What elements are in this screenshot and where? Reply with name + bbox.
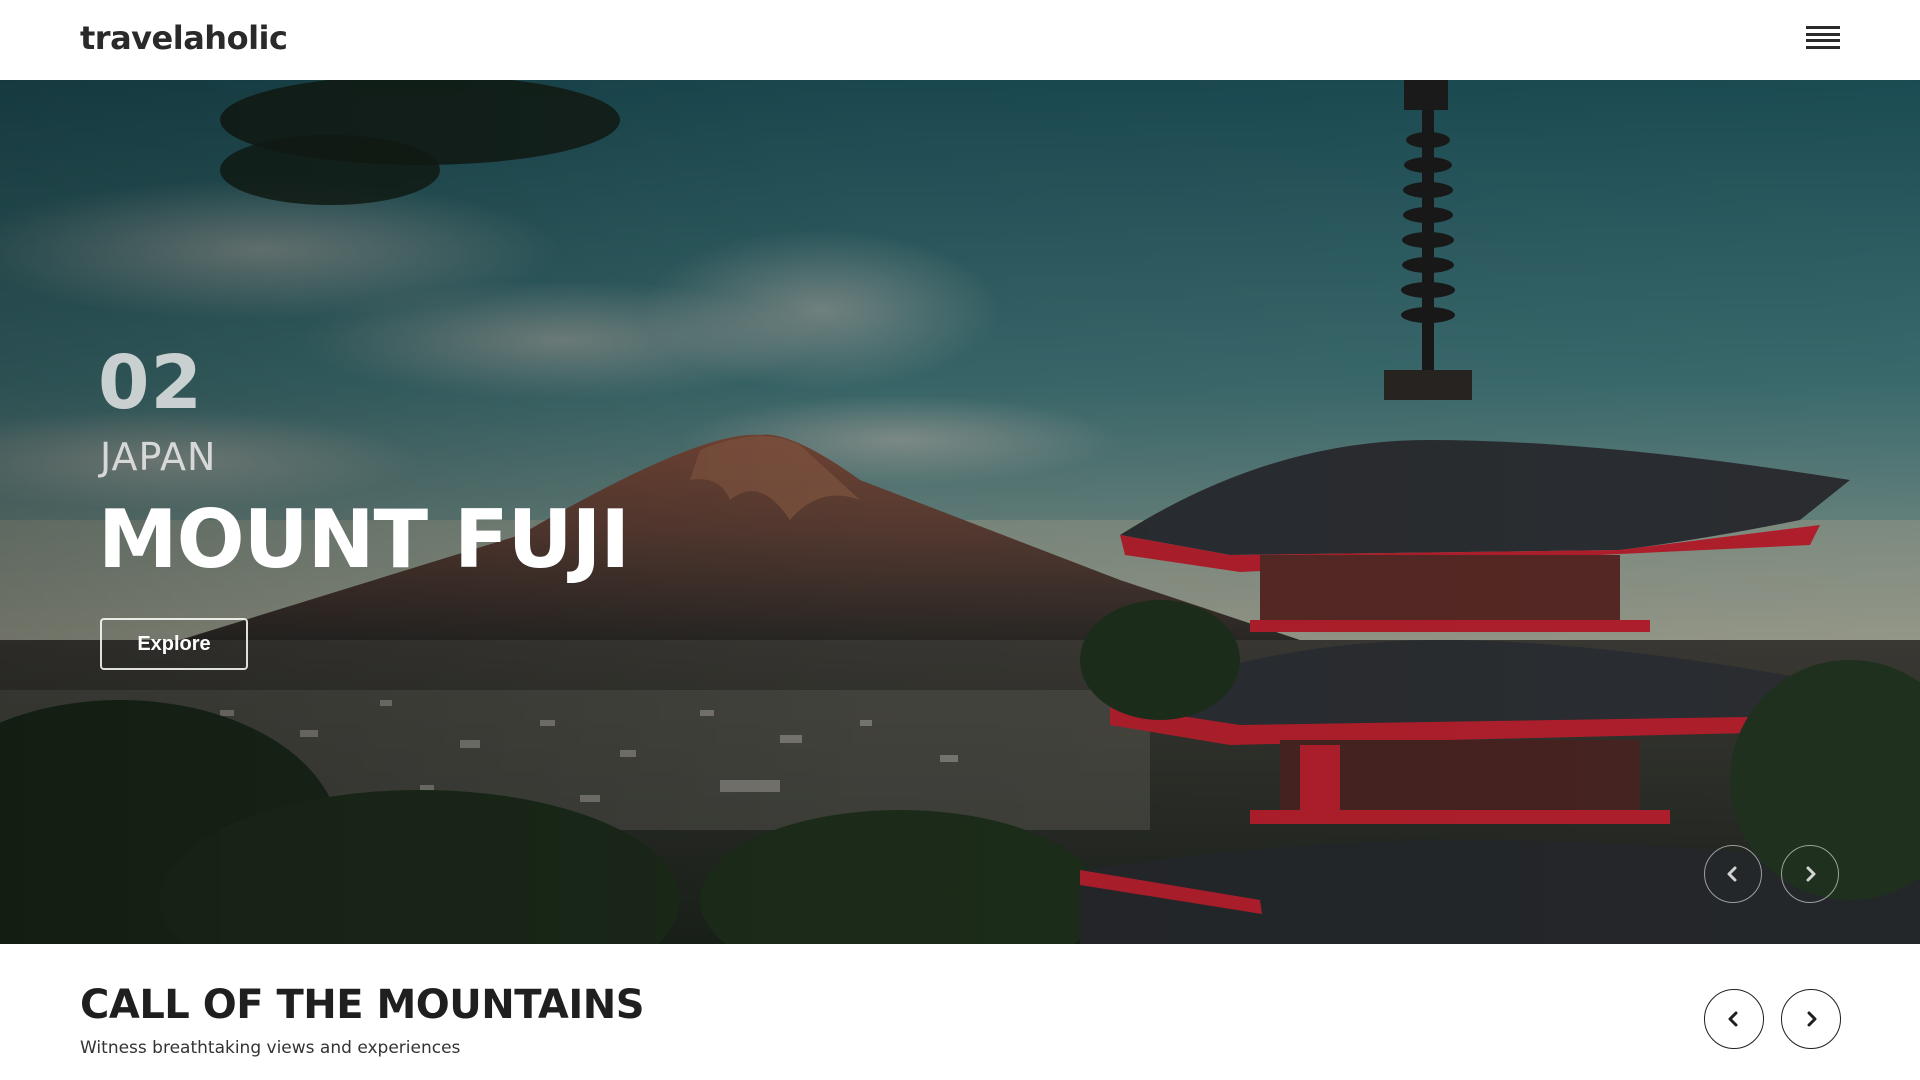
chevron-right-icon [1807,1011,1817,1027]
hero-prev-button[interactable] [1704,845,1762,903]
section-prev-button[interactable] [1704,989,1764,1049]
section-subtitle: Witness breathtaking views and experienc… [80,1038,461,1058]
slide-number: 02 [98,340,203,426]
explore-button[interactable]: Explore [100,618,248,670]
brand-logo[interactable]: travelaholic [80,19,288,57]
slide-country: JAPAN [100,435,217,479]
hero-slider: 02 JAPAN MOUNT FUJI Explore [0,80,1920,944]
chevron-right-icon [1806,866,1816,882]
top-navigation-bar: travelaholic [0,0,1920,80]
section-title: CALL OF THE MOUNTAINS [80,982,645,1028]
chevron-left-icon [1728,1011,1738,1027]
section-next-button[interactable] [1781,989,1841,1049]
hero-next-button[interactable] [1781,845,1839,903]
chevron-left-icon [1727,866,1737,882]
hamburger-menu-icon[interactable] [1806,26,1840,52]
slide-title: MOUNT FUJI [98,493,630,586]
